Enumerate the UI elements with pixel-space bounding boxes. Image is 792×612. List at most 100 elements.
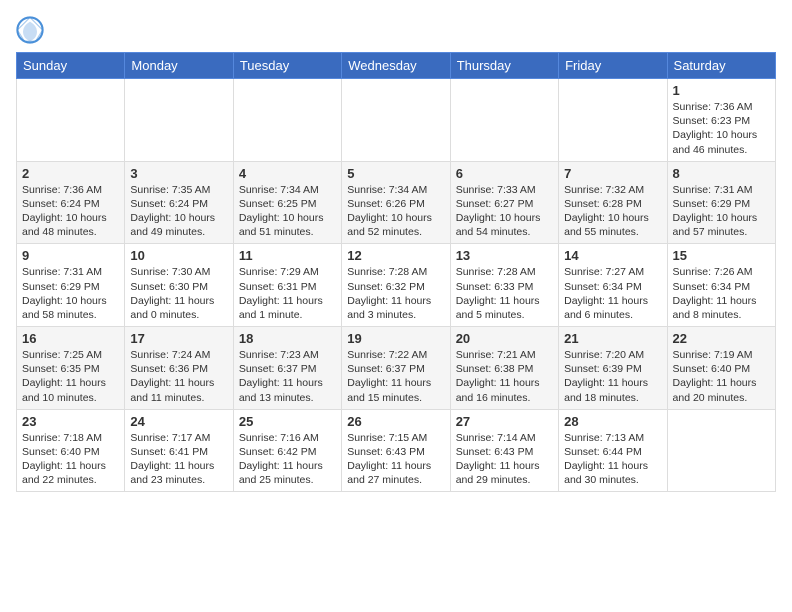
day-info: Sunrise: 7:34 AM Sunset: 6:25 PM Dayligh… [239,183,336,240]
day-number: 4 [239,166,336,181]
calendar-week-row: 1 Sunrise: 7:36 AM Sunset: 6:23 PM Daylig… [17,79,776,162]
logo-icon [16,16,44,44]
calendar-cell: 10 Sunrise: 7:30 AM Sunset: 6:30 PM Dayli… [125,244,233,327]
day-number: 18 [239,331,336,346]
calendar-cell: 23 Sunrise: 7:18 AM Sunset: 6:40 PM Dayli… [17,409,125,492]
day-info: Sunrise: 7:36 AM Sunset: 6:24 PM Dayligh… [22,183,119,240]
calendar-cell: 21 Sunrise: 7:20 AM Sunset: 6:39 PM Dayli… [559,327,667,410]
day-number: 5 [347,166,444,181]
day-of-week-header: Thursday [450,53,558,79]
calendar-cell [17,79,125,162]
day-number: 10 [130,248,227,263]
page-header [16,16,776,44]
calendar-cell: 24Sunrise: 7:17 AM Sunset: 6:41 PM Dayli… [125,409,233,492]
calendar-cell: 26Sunrise: 7:15 AM Sunset: 6:43 PM Dayli… [342,409,450,492]
day-number: 15 [673,248,770,263]
calendar-cell [450,79,558,162]
calendar-header-row: SundayMondayTuesdayWednesdayThursdayFrid… [17,53,776,79]
day-info: Sunrise: 7:31 AM Sunset: 6:29 PM Dayligh… [673,183,770,240]
day-number: 8 [673,166,770,181]
calendar-cell [559,79,667,162]
day-number: 27 [456,414,553,429]
calendar-cell: 8 Sunrise: 7:31 AM Sunset: 6:29 PM Daylig… [667,161,775,244]
day-number: 28 [564,414,661,429]
day-number: 2 [22,166,119,181]
calendar-cell: 28 Sunrise: 7:13 AM Sunset: 6:44 PM Dayli… [559,409,667,492]
calendar-cell: 22 Sunrise: 7:19 AM Sunset: 6:40 PM Dayli… [667,327,775,410]
day-info: Sunrise: 7:13 AM Sunset: 6:44 PM Dayligh… [564,431,661,488]
day-info: Sunrise: 7:19 AM Sunset: 6:40 PM Dayligh… [673,348,770,405]
calendar-week-row: 9 Sunrise: 7:31 AM Sunset: 6:29 PM Daylig… [17,244,776,327]
day-info: Sunrise: 7:24 AM Sunset: 6:36 PM Dayligh… [130,348,227,405]
day-of-week-header: Wednesday [342,53,450,79]
day-info: Sunrise: 7:26 AM Sunset: 6:34 PM Dayligh… [673,265,770,322]
day-number: 20 [456,331,553,346]
calendar-cell [233,79,341,162]
day-info: Sunrise: 7:36 AM Sunset: 6:23 PM Dayligh… [673,100,770,157]
day-number: 11 [239,248,336,263]
day-info: Sunrise: 7:18 AM Sunset: 6:40 PM Dayligh… [22,431,119,488]
calendar-cell: 17 Sunrise: 7:24 AM Sunset: 6:36 PM Dayli… [125,327,233,410]
day-number: 6 [456,166,553,181]
day-number: 21 [564,331,661,346]
day-info: Sunrise: 7:35 AM Sunset: 6:24 PM Dayligh… [130,183,227,240]
day-info: Sunrise: 7:32 AM Sunset: 6:28 PM Dayligh… [564,183,661,240]
day-number: 17 [130,331,227,346]
day-of-week-header: Friday [559,53,667,79]
day-number: 7 [564,166,661,181]
calendar-cell: 12 Sunrise: 7:28 AM Sunset: 6:32 PM Dayli… [342,244,450,327]
calendar-cell: 13 Sunrise: 7:28 AM Sunset: 6:33 PM Dayli… [450,244,558,327]
day-info: Sunrise: 7:23 AM Sunset: 6:37 PM Dayligh… [239,348,336,405]
calendar-cell [125,79,233,162]
day-info: Sunrise: 7:29 AM Sunset: 6:31 PM Dayligh… [239,265,336,322]
calendar-cell: 1 Sunrise: 7:36 AM Sunset: 6:23 PM Daylig… [667,79,775,162]
calendar-cell: 5Sunrise: 7:34 AM Sunset: 6:26 PM Daylig… [342,161,450,244]
day-info: Sunrise: 7:15 AM Sunset: 6:43 PM Dayligh… [347,431,444,488]
calendar-cell: 18 Sunrise: 7:23 AM Sunset: 6:37 PM Dayli… [233,327,341,410]
calendar-week-row: 23 Sunrise: 7:18 AM Sunset: 6:40 PM Dayli… [17,409,776,492]
day-info: Sunrise: 7:22 AM Sunset: 6:37 PM Dayligh… [347,348,444,405]
day-info: Sunrise: 7:14 AM Sunset: 6:43 PM Dayligh… [456,431,553,488]
calendar-cell [342,79,450,162]
day-info: Sunrise: 7:31 AM Sunset: 6:29 PM Dayligh… [22,265,119,322]
day-of-week-header: Saturday [667,53,775,79]
calendar-cell: 11 Sunrise: 7:29 AM Sunset: 6:31 PM Dayli… [233,244,341,327]
day-info: Sunrise: 7:16 AM Sunset: 6:42 PM Dayligh… [239,431,336,488]
day-of-week-header: Monday [125,53,233,79]
day-of-week-header: Sunday [17,53,125,79]
calendar-cell: 4 Sunrise: 7:34 AM Sunset: 6:25 PM Daylig… [233,161,341,244]
day-number: 9 [22,248,119,263]
day-number: 1 [673,83,770,98]
day-info: Sunrise: 7:20 AM Sunset: 6:39 PM Dayligh… [564,348,661,405]
calendar-cell [667,409,775,492]
calendar-cell: 27 Sunrise: 7:14 AM Sunset: 6:43 PM Dayli… [450,409,558,492]
calendar-cell: 19 Sunrise: 7:22 AM Sunset: 6:37 PM Dayli… [342,327,450,410]
day-number: 12 [347,248,444,263]
day-number: 19 [347,331,444,346]
calendar-cell: 2 Sunrise: 7:36 AM Sunset: 6:24 PM Daylig… [17,161,125,244]
day-info: Sunrise: 7:28 AM Sunset: 6:33 PM Dayligh… [456,265,553,322]
day-info: Sunrise: 7:30 AM Sunset: 6:30 PM Dayligh… [130,265,227,322]
calendar-cell: 6 Sunrise: 7:33 AM Sunset: 6:27 PM Daylig… [450,161,558,244]
calendar-cell: 25Sunrise: 7:16 AM Sunset: 6:42 PM Dayli… [233,409,341,492]
calendar-cell: 15 Sunrise: 7:26 AM Sunset: 6:34 PM Dayli… [667,244,775,327]
calendar-week-row: 2 Sunrise: 7:36 AM Sunset: 6:24 PM Daylig… [17,161,776,244]
calendar-cell: 7 Sunrise: 7:32 AM Sunset: 6:28 PM Daylig… [559,161,667,244]
day-number: 23 [22,414,119,429]
calendar-week-row: 16 Sunrise: 7:25 AM Sunset: 6:35 PM Dayli… [17,327,776,410]
day-info: Sunrise: 7:28 AM Sunset: 6:32 PM Dayligh… [347,265,444,322]
day-info: Sunrise: 7:33 AM Sunset: 6:27 PM Dayligh… [456,183,553,240]
day-number: 22 [673,331,770,346]
calendar-cell: 14Sunrise: 7:27 AM Sunset: 6:34 PM Dayli… [559,244,667,327]
calendar-cell: 9 Sunrise: 7:31 AM Sunset: 6:29 PM Daylig… [17,244,125,327]
day-number: 16 [22,331,119,346]
day-number: 3 [130,166,227,181]
calendar-cell: 20Sunrise: 7:21 AM Sunset: 6:38 PM Dayli… [450,327,558,410]
calendar-cell: 3 Sunrise: 7:35 AM Sunset: 6:24 PM Daylig… [125,161,233,244]
day-of-week-header: Tuesday [233,53,341,79]
day-info: Sunrise: 7:25 AM Sunset: 6:35 PM Dayligh… [22,348,119,405]
day-number: 14 [564,248,661,263]
calendar-table: SundayMondayTuesdayWednesdayThursdayFrid… [16,52,776,492]
day-number: 13 [456,248,553,263]
logo [16,16,46,44]
